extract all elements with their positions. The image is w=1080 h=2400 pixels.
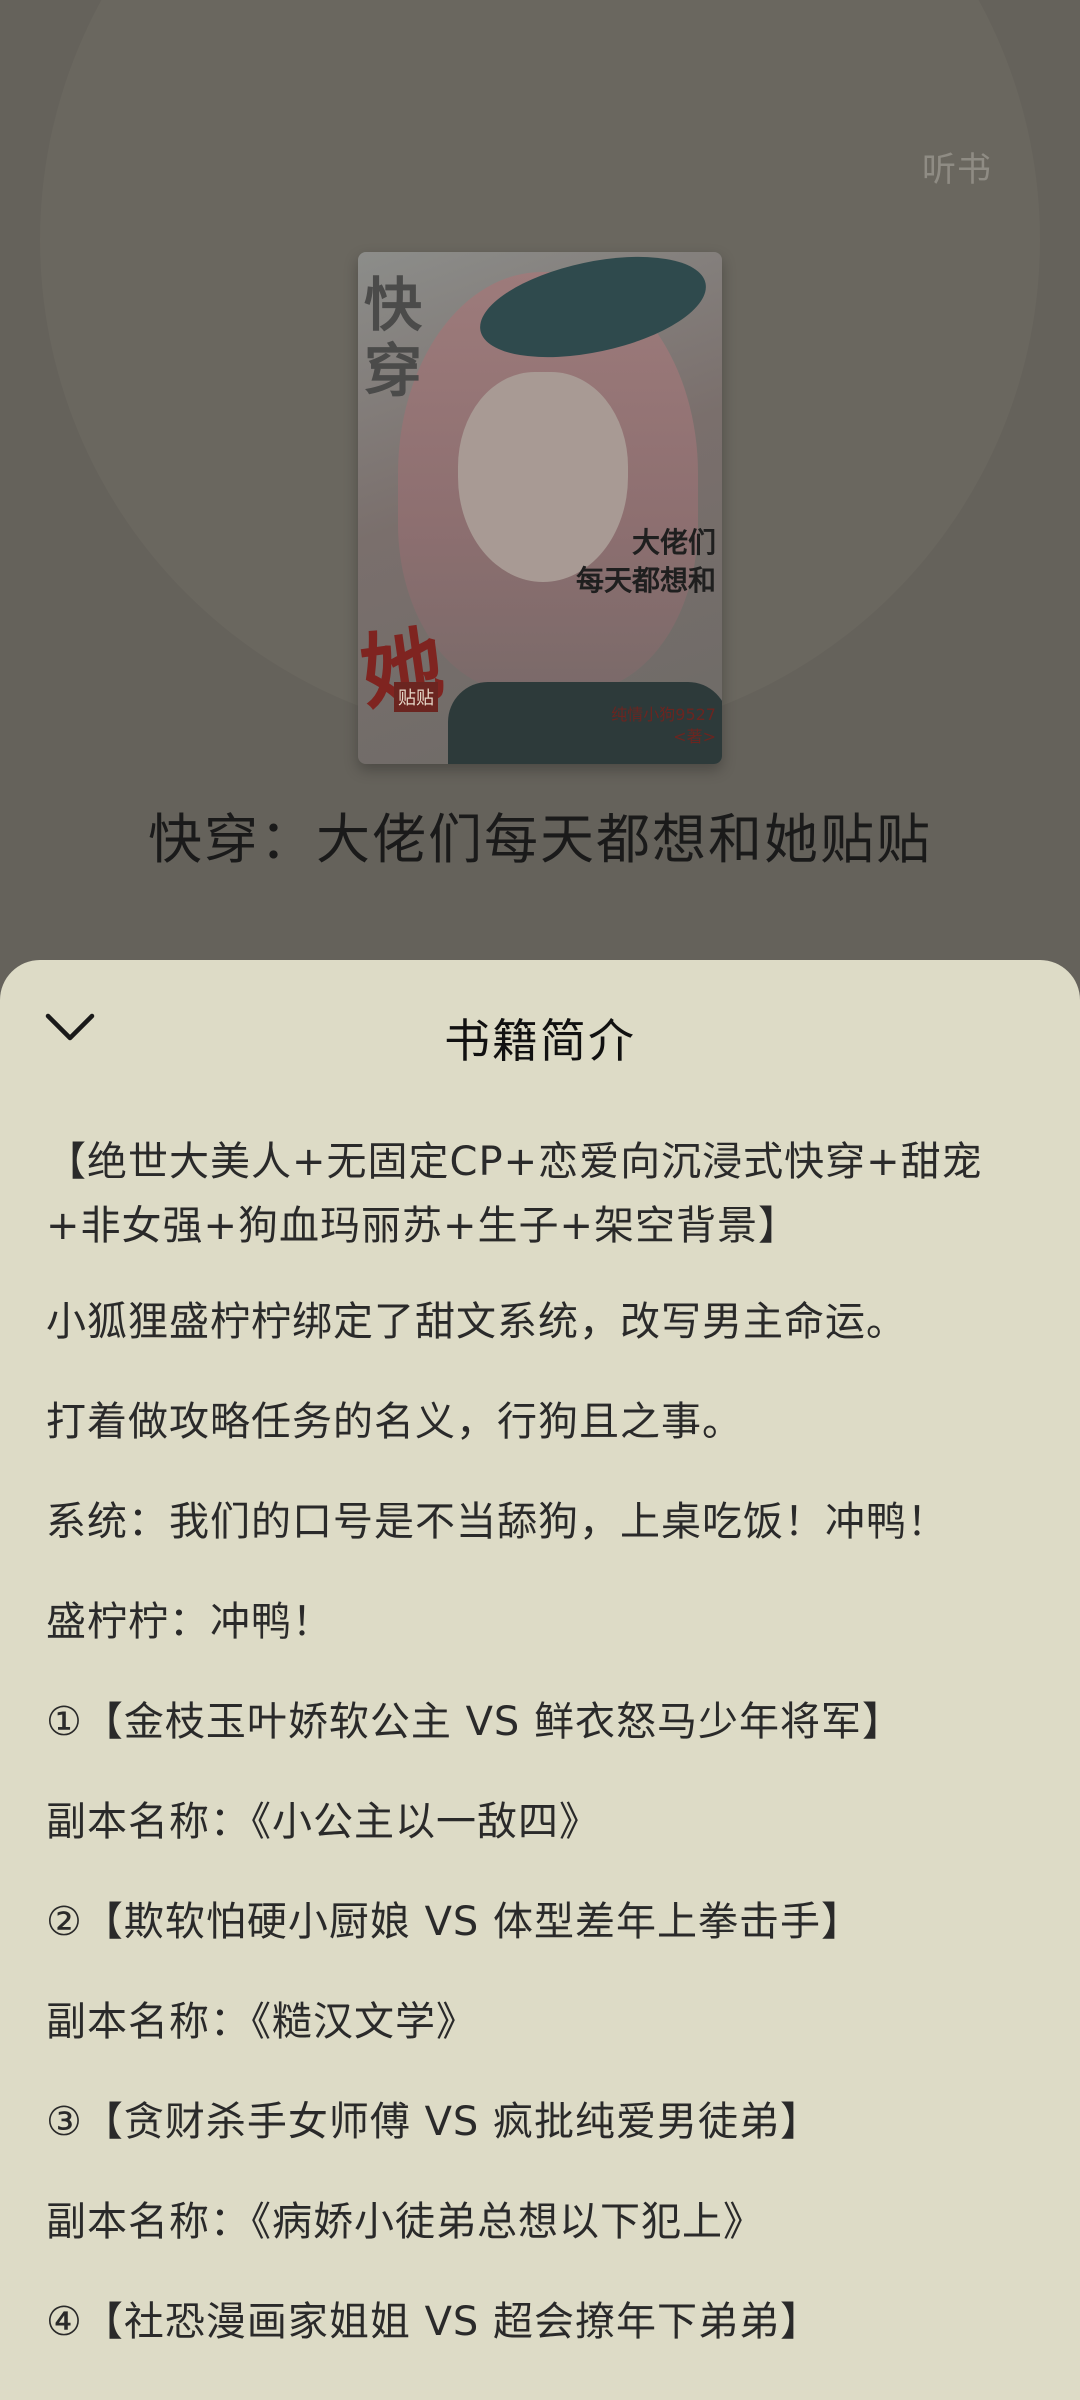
intro-sheet: 书籍简介 【绝世大美人+无固定CP+恋爱向沉浸式快穿+甜宠+非女强+狗血玛丽苏+…: [0, 960, 1080, 2400]
cover-title-small: 贴贴: [394, 682, 438, 712]
intro-paragraph: 盛柠柠：冲鸭！: [46, 1599, 333, 1645]
listen-button[interactable]: 听书: [922, 142, 992, 191]
intro-paragraph: ③【贪财杀手女师傅 VS 疯批纯爱男徒弟】: [46, 2099, 822, 2145]
cover-author-suffix: <著>: [673, 727, 716, 746]
intro-text: 【绝世大美人+无固定CP+恋爱向沉浸式快穿+甜宠+非女强+狗血玛丽苏+生子+架空…: [46, 1130, 1034, 2390]
book-title: 快穿：大佬们每天都想和她贴贴: [148, 808, 932, 871]
sheet-title: 书籍简介: [444, 1014, 636, 1068]
book-detail-page: 听书 快穿 大佬们 每天都想和 她 贴贴 纯情小狗9527 <著> 快穿：大佬们…: [0, 0, 1080, 2400]
intro-paragraph: ①【金枝玉叶娇软公主 VS 鲜衣怒马少年将军】: [46, 1699, 904, 1745]
cover-title-right: 大佬们 每天都想和: [576, 524, 716, 600]
intro-paragraph: 副本名称：《病娇小徒弟总想以下犯上》: [46, 2199, 764, 2245]
intro-paragraph: 系统：我们的口号是不当舔狗，上桌吃饭！冲鸭！: [46, 1499, 948, 1545]
intro-paragraph: 副本名称：《糙汉文学》: [46, 1999, 477, 2045]
cover-author: 纯情小狗9527 <著>: [611, 704, 716, 748]
intro-paragraph: 打着做攻略任务的名义，行狗且之事。: [46, 1399, 743, 1445]
intro-paragraph: 【绝世大美人+无固定CP+恋爱向沉浸式快穿+甜宠+非女强+狗血玛丽苏+生子+架空…: [46, 1139, 983, 1249]
cover-author-name: 纯情小狗9527: [611, 705, 716, 724]
cover-title-right-line2: 每天都想和: [575, 564, 716, 597]
intro-paragraph: ④【社恐漫画家姐姐 VS 超会撩年下弟弟】: [46, 2299, 822, 2345]
book-cover[interactable]: 快穿 大佬们 每天都想和 她 贴贴 纯情小狗9527 <著>: [358, 252, 722, 764]
cover-title-right-line1: 大佬们: [631, 526, 716, 559]
intro-paragraph: 副本名称：《小公主以一敌四》: [46, 1799, 600, 1845]
intro-paragraph: 小狐狸盛柠柠绑定了甜文系统，改写男主命运。: [46, 1299, 907, 1345]
cover-title-vertical: 快穿: [364, 271, 423, 405]
intro-paragraph: ②【欺软怕硬小厨娘 VS 体型差年上拳击手】: [46, 1899, 863, 1945]
sheet-header: 书籍简介: [0, 960, 1080, 1090]
